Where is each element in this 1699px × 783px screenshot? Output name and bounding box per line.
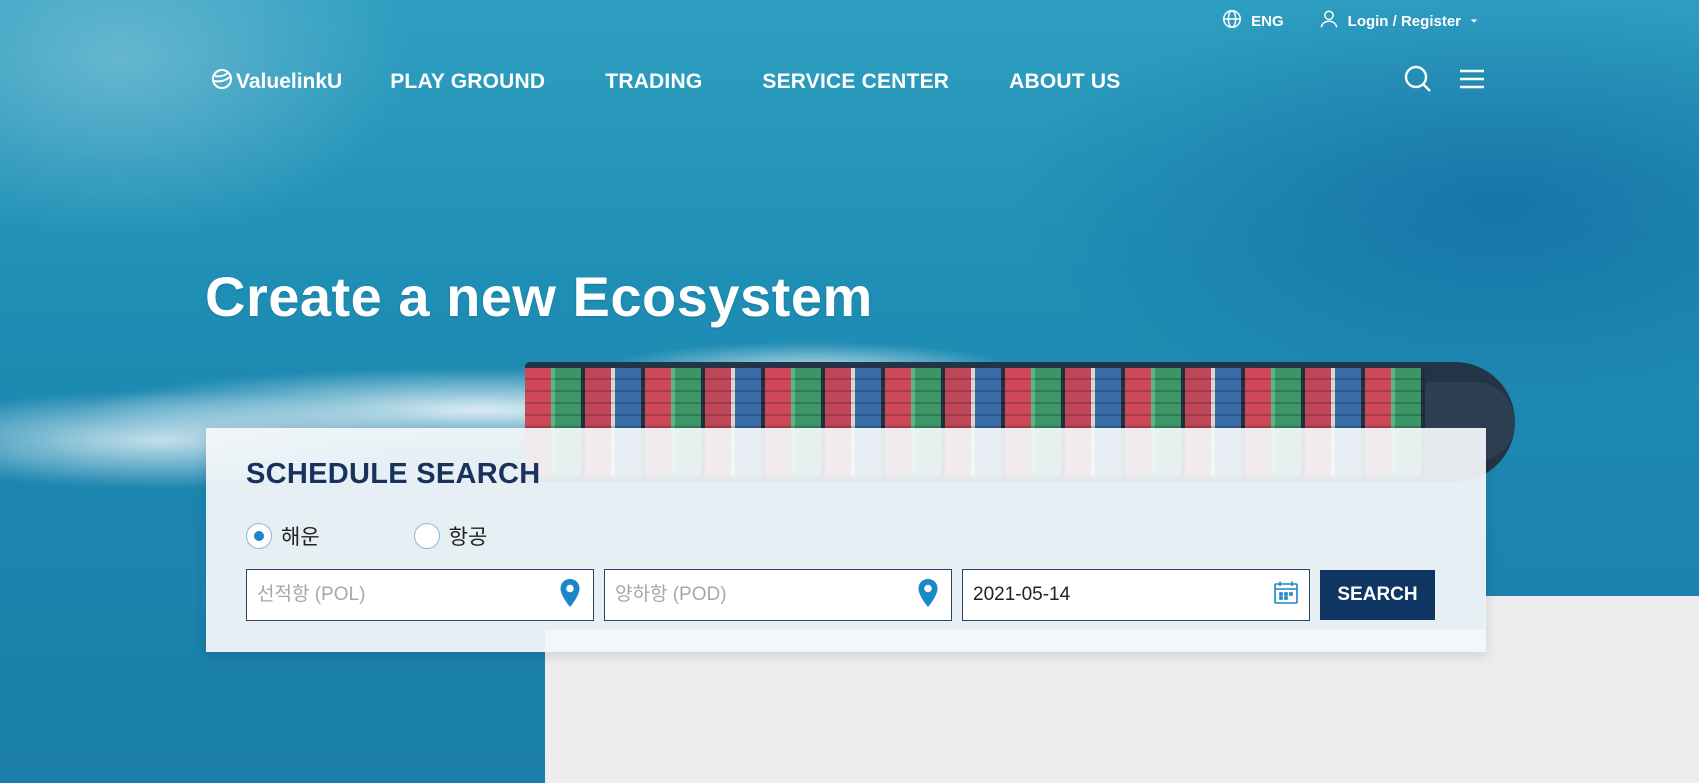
brand-logo[interactable]: ValuelinkU xyxy=(210,67,342,97)
login-register-label: Login / Register xyxy=(1347,12,1461,30)
utility-bar: ENG Login / Register xyxy=(1221,8,1479,34)
radio-unselected-icon xyxy=(413,523,440,549)
nav-actions xyxy=(1403,64,1487,99)
search-fields: SEARCH xyxy=(246,569,1446,621)
nav-item-trading[interactable]: TRADING xyxy=(605,70,702,94)
globe-logo-icon xyxy=(210,67,234,97)
nav-item-about-us[interactable]: ABOUT US xyxy=(1009,70,1120,94)
mode-air-label: 항공 xyxy=(448,526,488,549)
schedule-search-title: SCHEDULE SEARCH xyxy=(246,458,541,490)
main-navigation: ValuelinkU PLAY GROUND TRADING SERVICE C… xyxy=(210,64,1487,99)
content-band xyxy=(545,630,1699,783)
map-pin-icon[interactable] xyxy=(915,578,941,613)
pod-input[interactable] xyxy=(615,584,915,606)
hero-background xyxy=(0,0,1699,783)
pol-field xyxy=(246,569,594,621)
pod-field xyxy=(604,569,952,621)
language-selector[interactable]: ENG xyxy=(1221,8,1284,34)
hero-headline: Create a new Ecosystem xyxy=(205,265,873,328)
map-pin-icon[interactable] xyxy=(557,578,583,613)
nav-item-play-ground[interactable]: PLAY GROUND xyxy=(390,70,545,94)
hamburger-icon[interactable] xyxy=(1457,64,1487,99)
date-input[interactable] xyxy=(973,584,1273,606)
transport-mode-group: 해운 항공 xyxy=(246,521,1446,551)
pol-input[interactable] xyxy=(257,584,557,606)
search-button[interactable]: SEARCH xyxy=(1320,570,1435,620)
login-register-link[interactable]: Login / Register xyxy=(1318,8,1479,34)
search-icon[interactable] xyxy=(1403,64,1433,99)
mode-sea-label: 해운 xyxy=(281,526,320,549)
globe-icon xyxy=(1221,8,1243,34)
language-label: ENG xyxy=(1251,12,1284,30)
calendar-icon[interactable] xyxy=(1273,578,1299,613)
mode-air-radio[interactable]: 항공 xyxy=(413,521,488,551)
chevron-down-icon xyxy=(1469,13,1479,30)
user-icon xyxy=(1318,8,1340,34)
nav-menu: PLAY GROUND TRADING SERVICE CENTER ABOUT… xyxy=(390,70,1120,94)
radio-selected-icon xyxy=(246,523,272,549)
mode-sea-radio[interactable]: 해운 xyxy=(246,521,320,551)
schedule-search-panel: SCHEDULE SEARCH 해운 항공 선적항 (POL) 양하항 (POD… xyxy=(206,428,1486,652)
nav-item-service-center[interactable]: SERVICE CENTER xyxy=(762,70,949,94)
logo-text: ValuelinkU xyxy=(236,69,343,93)
date-field xyxy=(962,569,1310,621)
